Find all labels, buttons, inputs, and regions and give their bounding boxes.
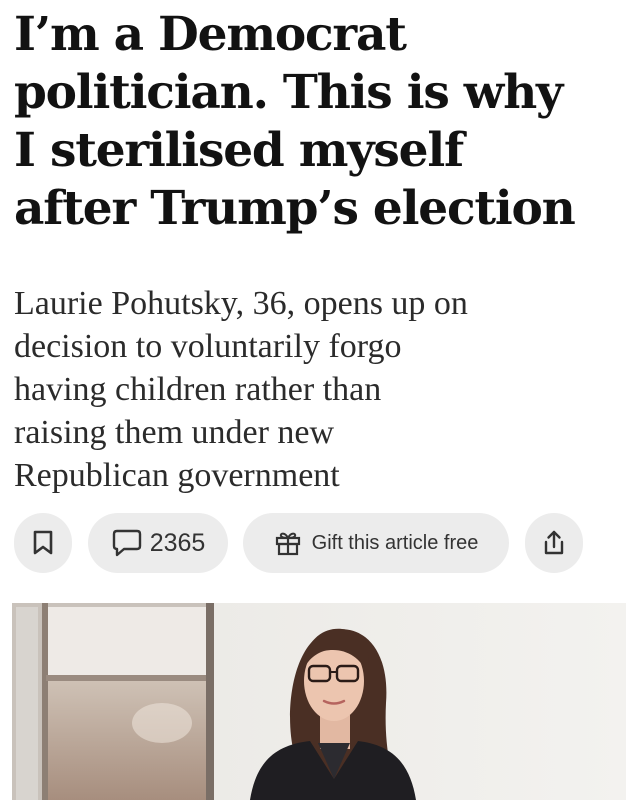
article-lead-photo [12, 603, 626, 800]
headline-line: after Trump’s election [14, 181, 576, 236]
gift-article-label: Gift this article free [311, 531, 479, 554]
headline-line: politician. This is why [14, 65, 563, 120]
standfirst-line: decision to voluntarily forgo [14, 328, 402, 365]
comments-count: 2365 [149, 528, 206, 557]
headline-line: I sterilised myself [14, 123, 464, 178]
save-article-button[interactable] [14, 513, 72, 573]
share-button[interactable] [525, 513, 583, 573]
standfirst-line: having children rather than [14, 371, 382, 408]
standfirst-line: Laurie Pohutsky, 36, opens up on [14, 285, 468, 322]
portrait-photo [12, 603, 626, 800]
standfirst-line: raising them under new [14, 414, 335, 451]
gift-article-button[interactable]: Gift this article free [243, 513, 509, 573]
comments-button[interactable]: 2365 [88, 513, 228, 573]
share-upload-icon [544, 530, 564, 555]
article-action-bar: 2365 Gift this article free [14, 513, 614, 573]
article-headline: I’m a Democrat politician. This is why I s… [14, 6, 618, 238]
bookmark-icon [33, 530, 53, 555]
standfirst-line: Republican government [14, 457, 340, 494]
speech-bubble-icon [112, 529, 141, 557]
headline-line: I’m a Democrat [14, 7, 407, 62]
gift-icon [275, 532, 300, 556]
article-standfirst: Laurie Pohutsky, 36, opens up on decision… [14, 282, 614, 497]
